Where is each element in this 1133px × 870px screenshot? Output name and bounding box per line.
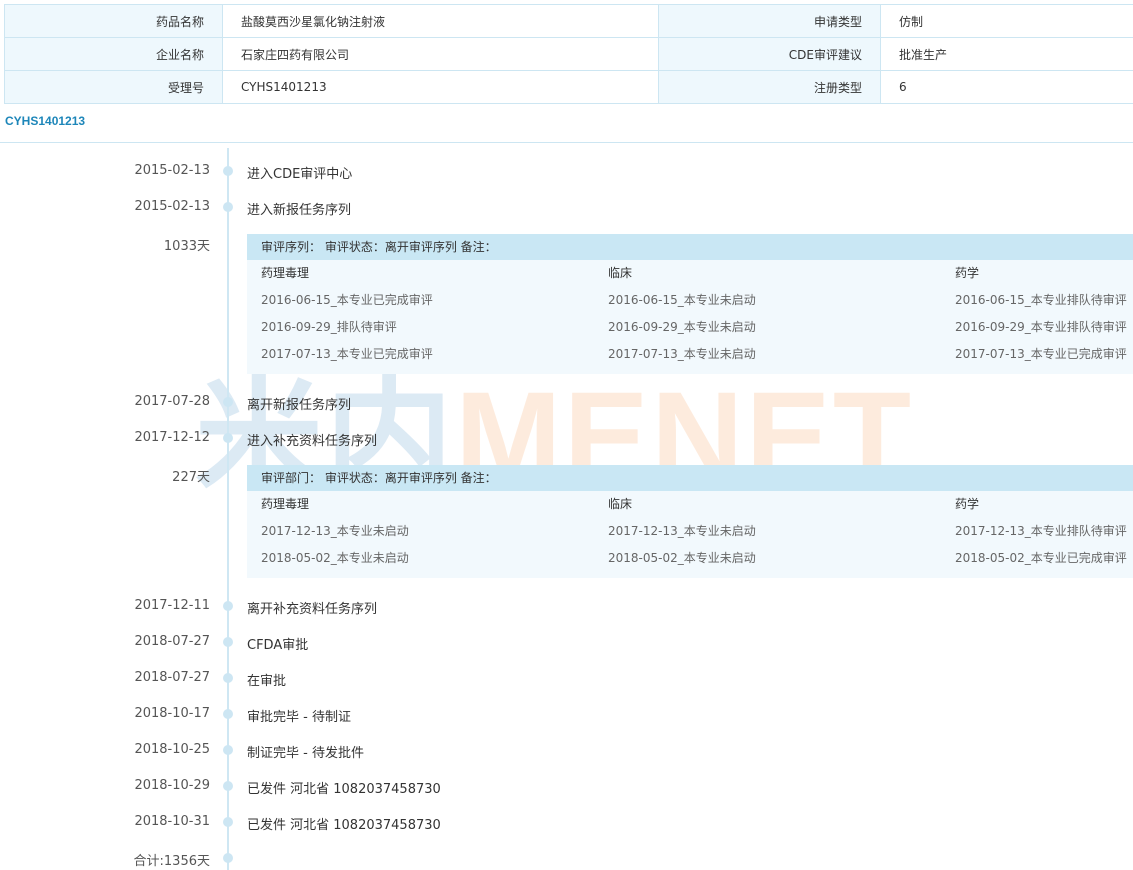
review-box-2: 审评部门： 审评状态：离开审评序列 备注： 药理毒理 2017-12-13_本专… (247, 465, 1133, 578)
review-column-title: 药学 (955, 497, 980, 511)
timeline-duration: 1033天 (163, 239, 210, 254)
timeline-date: 2018-10-25 (134, 742, 210, 757)
timeline-row: 2018-10-17 审批完毕 - 待制证 (0, 703, 1133, 725)
reg-type-value: 6 (880, 70, 1133, 104)
timeline-event: 进入CDE审评中心 (247, 167, 353, 182)
timeline-event: 离开新报任务序列 (247, 398, 352, 413)
timeline-dot (223, 601, 233, 611)
timeline-event: 已发件 河北省 1082037458730 (247, 818, 441, 833)
review-box-1: 审评序列： 审评状态：离开审评序列 备注： 药理毒理 2016-06-15_本专… (247, 234, 1133, 374)
timeline-date: 2017-12-12 (134, 430, 210, 445)
timeline-total: 合计:1356天 (133, 854, 210, 869)
timeline-date: 2018-10-29 (134, 778, 210, 793)
review-item: 2017-07-13_本专业未启动 (608, 347, 756, 361)
timeline-row: 2017-12-12 进入补充资料任务序列 (0, 427, 1133, 449)
review-column-pharmacy: 药学 2017-12-13_本专业排队待审评 2018-05-02_本专业已完成… (955, 491, 1133, 572)
review-item: 2016-09-29_本专业未启动 (608, 320, 756, 334)
review-item: 2016-09-29_排队待审评 (261, 320, 397, 334)
review-column-pharm-tox: 药理毒理 2016-06-15_本专业已完成审评 2016-09-29_排队待审… (261, 260, 608, 368)
timeline-row: 2015-02-13 进入CDE审评中心 (0, 160, 1133, 182)
review-item: 2017-12-13_本专业未启动 (261, 524, 409, 538)
timeline-dot (223, 853, 233, 863)
timeline-row: 2018-07-27 CFDA审批 (0, 631, 1133, 653)
timeline-total-row: 合计:1356天 (0, 847, 1133, 869)
timeline-event: 进入新报任务序列 (247, 203, 352, 218)
review-item: 2017-07-13_本专业已完成审评 (955, 347, 1127, 361)
review-column-title: 药理毒理 (261, 266, 310, 280)
review-column-title: 临床 (608, 497, 633, 511)
review-column-clinical: 临床 2016-06-15_本专业未启动 2016-09-29_本专业未启动 2… (608, 260, 955, 368)
review-column-title: 药学 (955, 266, 980, 280)
cde-advice-label: CDE审评建议 (658, 37, 881, 71)
timeline-date: 2015-02-13 (134, 199, 210, 214)
apply-type-value: 仿制 (880, 4, 1133, 38)
review-item: 2016-06-15_本专业未启动 (608, 293, 756, 307)
accept-no-value: CYHS1401213 (222, 70, 659, 104)
info-row: 受理号 CYHS1401213 注册类型 6 (4, 70, 1133, 104)
timeline-row: 2018-10-29 已发件 河北省 1082037458730 (0, 775, 1133, 797)
drug-name-label: 药品名称 (4, 4, 223, 38)
timeline-date: 2017-07-28 (134, 394, 210, 409)
review-item: 2018-05-02_本专业未启动 (261, 551, 409, 565)
review-header: 审评部门： 审评状态：离开审评序列 备注： (247, 465, 1133, 491)
timeline-date: 2017-12-11 (134, 598, 210, 613)
review-item: 2016-09-29_本专业排队待审评 (955, 320, 1127, 334)
timeline-dot (223, 166, 233, 176)
timeline-row: 2017-07-28 离开新报任务序列 (0, 391, 1133, 413)
review-column-title: 药理毒理 (261, 497, 310, 511)
review-column-title: 临床 (608, 266, 633, 280)
section-divider (0, 142, 1133, 143)
timeline-dot (223, 433, 233, 443)
timeline-event: 制证完毕 - 待发批件 (247, 746, 364, 761)
timeline-dot (223, 817, 233, 827)
cde-advice-value: 批准生产 (880, 37, 1133, 71)
review-column-pharmacy: 药学 2016-06-15_本专业排队待审评 2016-09-29_本专业排队待… (955, 260, 1133, 368)
review-item: 2017-12-13_本专业排队待审评 (955, 524, 1127, 538)
timeline-date: 2018-07-27 (134, 670, 210, 685)
info-row: 药品名称 盐酸莫西沙星氯化钠注射液 申请类型 仿制 (4, 4, 1133, 38)
review-column-pharm-tox: 药理毒理 2017-12-13_本专业未启动 2018-05-02_本专业未启动 (261, 491, 608, 572)
review-item: 2018-05-02_本专业未启动 (608, 551, 756, 565)
timeline-date: 2018-10-17 (134, 706, 210, 721)
review-header: 审评序列： 审评状态：离开审评序列 备注： (247, 234, 1133, 260)
review-column-clinical: 临床 2017-12-13_本专业未启动 2018-05-02_本专业未启动 (608, 491, 955, 572)
accept-no-label: 受理号 (4, 70, 223, 104)
timeline-row: 2018-07-27 在审批 (0, 667, 1133, 689)
apply-type-label: 申请类型 (658, 4, 881, 38)
company-label: 企业名称 (4, 37, 223, 71)
review-item: 2016-06-15_本专业排队待审评 (955, 293, 1127, 307)
section-code-title: CYHS1401213 (5, 114, 86, 128)
timeline-dot (223, 202, 233, 212)
info-row: 企业名称 石家庄四药有限公司 CDE审评建议 批准生产 (4, 37, 1133, 71)
timeline-row: 2015-02-13 进入新报任务序列 (0, 196, 1133, 218)
timeline-row: 2018-10-25 制证完毕 - 待发批件 (0, 739, 1133, 761)
timeline-date: 2018-10-31 (134, 814, 210, 829)
drug-info-table: 药品名称 盐酸莫西沙星氯化钠注射液 申请类型 仿制 企业名称 石家庄四药有限公司… (4, 4, 1133, 104)
timeline-row: 2017-12-11 离开补充资料任务序列 (0, 595, 1133, 617)
review-item: 2017-07-13_本专业已完成审评 (261, 347, 433, 361)
review-item: 2018-05-02_本专业已完成审评 (955, 551, 1127, 565)
timeline-duration: 227天 (172, 470, 210, 485)
timeline-dot (223, 637, 233, 647)
timeline-dot (223, 745, 233, 755)
timeline-dot (223, 673, 233, 683)
timeline-axis (227, 148, 229, 870)
timeline-dot (223, 397, 233, 407)
timeline-row: 2018-10-31 已发件 河北省 1082037458730 (0, 811, 1133, 833)
timeline-event: 审批完毕 - 待制证 (247, 710, 351, 725)
timeline-date: 2018-07-27 (134, 634, 210, 649)
timeline-event: 离开补充资料任务序列 (247, 602, 378, 617)
review-item: 2016-06-15_本专业已完成审评 (261, 293, 433, 307)
timeline-event: CFDA审批 (247, 638, 309, 653)
reg-type-label: 注册类型 (658, 70, 881, 104)
timeline-event: 进入补充资料任务序列 (247, 434, 378, 449)
timeline-dot (223, 781, 233, 791)
company-value: 石家庄四药有限公司 (222, 37, 659, 71)
timeline-dot (223, 709, 233, 719)
timeline-event: 已发件 河北省 1082037458730 (247, 782, 441, 797)
review-item: 2017-12-13_本专业未启动 (608, 524, 756, 538)
drug-name-value: 盐酸莫西沙星氯化钠注射液 (222, 4, 659, 38)
timeline-event: 在审批 (247, 674, 287, 689)
timeline-date: 2015-02-13 (134, 163, 210, 178)
